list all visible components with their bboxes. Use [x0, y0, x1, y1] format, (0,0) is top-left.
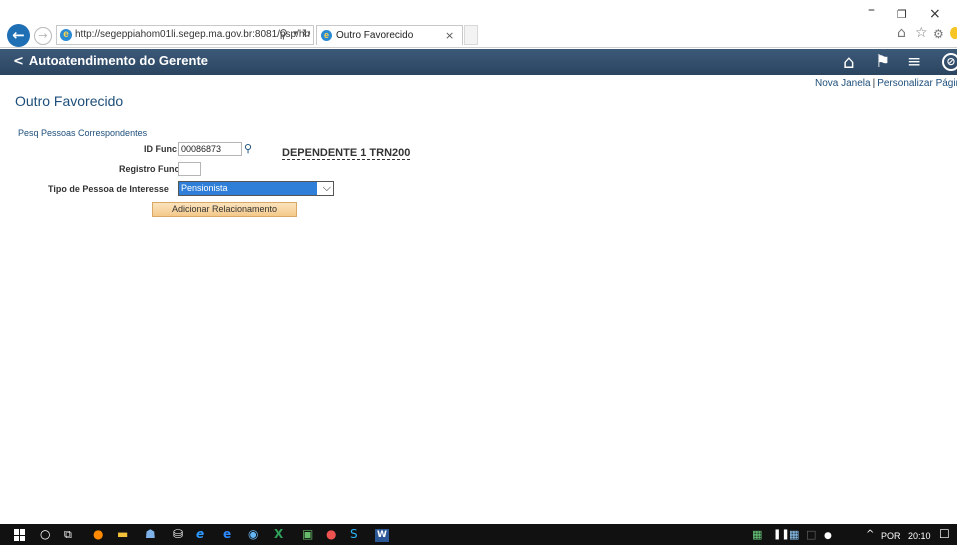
person-type-select[interactable]: Pensionista ⌵: [178, 181, 334, 196]
skype-icon[interactable]: S: [350, 528, 358, 541]
internet-explorer-icon[interactable]: e: [196, 528, 204, 541]
navbar-compass-icon[interactable]: ⊘: [942, 53, 957, 71]
notification-icon[interactable]: ☐: [939, 528, 950, 541]
feedback-smiley-icon[interactable]: [950, 27, 957, 39]
windows-taskbar: ○ ⧉ ● ▬ ☗ ⛁ e e ◉ X ▣ ● S W ▦ ❚❚ ▦ □ ● ^…: [0, 524, 957, 545]
person-type-selected-value: Pensionista: [179, 182, 317, 195]
browser-titlebar: – ❐ × ← → e http://segeppiahom01li.segep…: [0, 0, 957, 48]
tray-app-icon[interactable]: ▦: [752, 528, 762, 541]
show-hidden-icons-chevron-icon[interactable]: ^: [866, 528, 874, 541]
url-text[interactable]: http://segeppiahom01li.segep.ma.gov.br:8…: [75, 29, 310, 40]
firefox-icon[interactable]: ●: [93, 528, 103, 541]
cortana-search-icon[interactable]: ○: [40, 528, 50, 541]
screen: – ❐ × ← → e http://segeppiahom01li.segep…: [0, 0, 957, 545]
arrow-right-icon: →: [38, 29, 48, 42]
page-links: Nova Janela|Personalizar Página|: [815, 78, 957, 89]
id-func-input[interactable]: 00086873: [178, 142, 242, 156]
restore-button[interactable]: ❐: [897, 8, 907, 21]
store-icon[interactable]: ⛁: [173, 528, 183, 541]
tray-app-icon[interactable]: □: [806, 528, 816, 541]
windows-start-icon[interactable]: [14, 529, 26, 541]
id-func-label: ID Func: [144, 144, 177, 154]
edge-icon[interactable]: e: [223, 528, 231, 541]
tray-pause-icon[interactable]: ❚❚: [773, 528, 790, 541]
file-explorer-icon[interactable]: ▬: [117, 528, 128, 541]
task-view-icon[interactable]: ⧉: [64, 528, 72, 541]
hamburger-menu-icon[interactable]: ≡: [907, 52, 921, 72]
app-icon[interactable]: ▣: [302, 528, 313, 541]
ie-icon: e: [321, 30, 332, 41]
chrome-icon[interactable]: ◉: [248, 528, 258, 541]
home-icon[interactable]: ⌂: [897, 25, 906, 41]
link-separator: |: [872, 78, 876, 89]
tab-close-icon[interactable]: ×: [445, 29, 454, 42]
employee-name[interactable]: DEPENDENTE 1 TRN200: [282, 147, 411, 160]
people-icon[interactable]: ☗: [145, 528, 156, 541]
address-bar[interactable]: e http://segeppiahom01li.segep.ma.gov.br…: [56, 25, 314, 45]
clock[interactable]: 20:10: [908, 530, 931, 543]
browser-tab[interactable]: e Outro Favorecido ×: [316, 25, 463, 45]
chevron-left-icon: <: [13, 54, 24, 69]
arrow-left-icon: ←: [12, 26, 25, 44]
gear-icon[interactable]: ⚙: [933, 27, 944, 41]
chevron-down-icon: ⌵: [322, 181, 331, 194]
favorites-star-icon[interactable]: ☆: [915, 25, 928, 41]
refresh-icon[interactable]: ↻: [302, 27, 311, 40]
page-title: Outro Favorecido: [15, 93, 124, 109]
section-title: Pesq Pessoas Correspondentes: [18, 128, 148, 138]
close-window-button[interactable]: ×: [929, 6, 941, 22]
app-icon[interactable]: ●: [326, 528, 336, 541]
back-to-manager-self-service-button[interactable]: < Autoatendimento do Gerente: [13, 53, 208, 69]
input-language[interactable]: POR: [881, 530, 901, 543]
ie-icon: e: [60, 29, 72, 41]
tray-dot-icon[interactable]: ●: [824, 530, 832, 543]
add-relationship-button[interactable]: Adicionar Relacionamento: [152, 202, 297, 217]
browser-back-button[interactable]: ←: [7, 24, 30, 47]
flag-icon[interactable]: ⚑: [875, 52, 890, 72]
tray-app-icon[interactable]: ▦: [789, 528, 799, 541]
minimize-button[interactable]: –: [868, 2, 875, 18]
word-icon[interactable]: W: [375, 529, 389, 542]
lookup-search-icon[interactable]: ⚲: [244, 142, 252, 155]
new-window-link[interactable]: Nova Janela: [815, 78, 871, 89]
tab-title: Outro Favorecido: [336, 30, 414, 41]
chevron-down-icon[interactable]: ▾: [293, 28, 298, 39]
personalize-page-link[interactable]: Personalizar Página: [877, 78, 957, 89]
new-tab-button[interactable]: [464, 25, 478, 45]
person-type-label: Tipo de Pessoa de Interesse: [48, 184, 169, 194]
home-icon[interactable]: ⌂: [843, 52, 854, 73]
browser-forward-button[interactable]: →: [34, 27, 52, 45]
registro-func-label: Registro Func: [119, 164, 180, 174]
search-icon[interactable]: ⚲: [279, 27, 288, 41]
excel-icon[interactable]: X: [274, 528, 283, 541]
registro-func-input[interactable]: [178, 162, 201, 176]
app-banner: < Autoatendimento do Gerente ⌂ ⚑ ≡ ⊘: [0, 49, 957, 75]
banner-back-label: Autoatendimento do Gerente: [28, 53, 209, 68]
